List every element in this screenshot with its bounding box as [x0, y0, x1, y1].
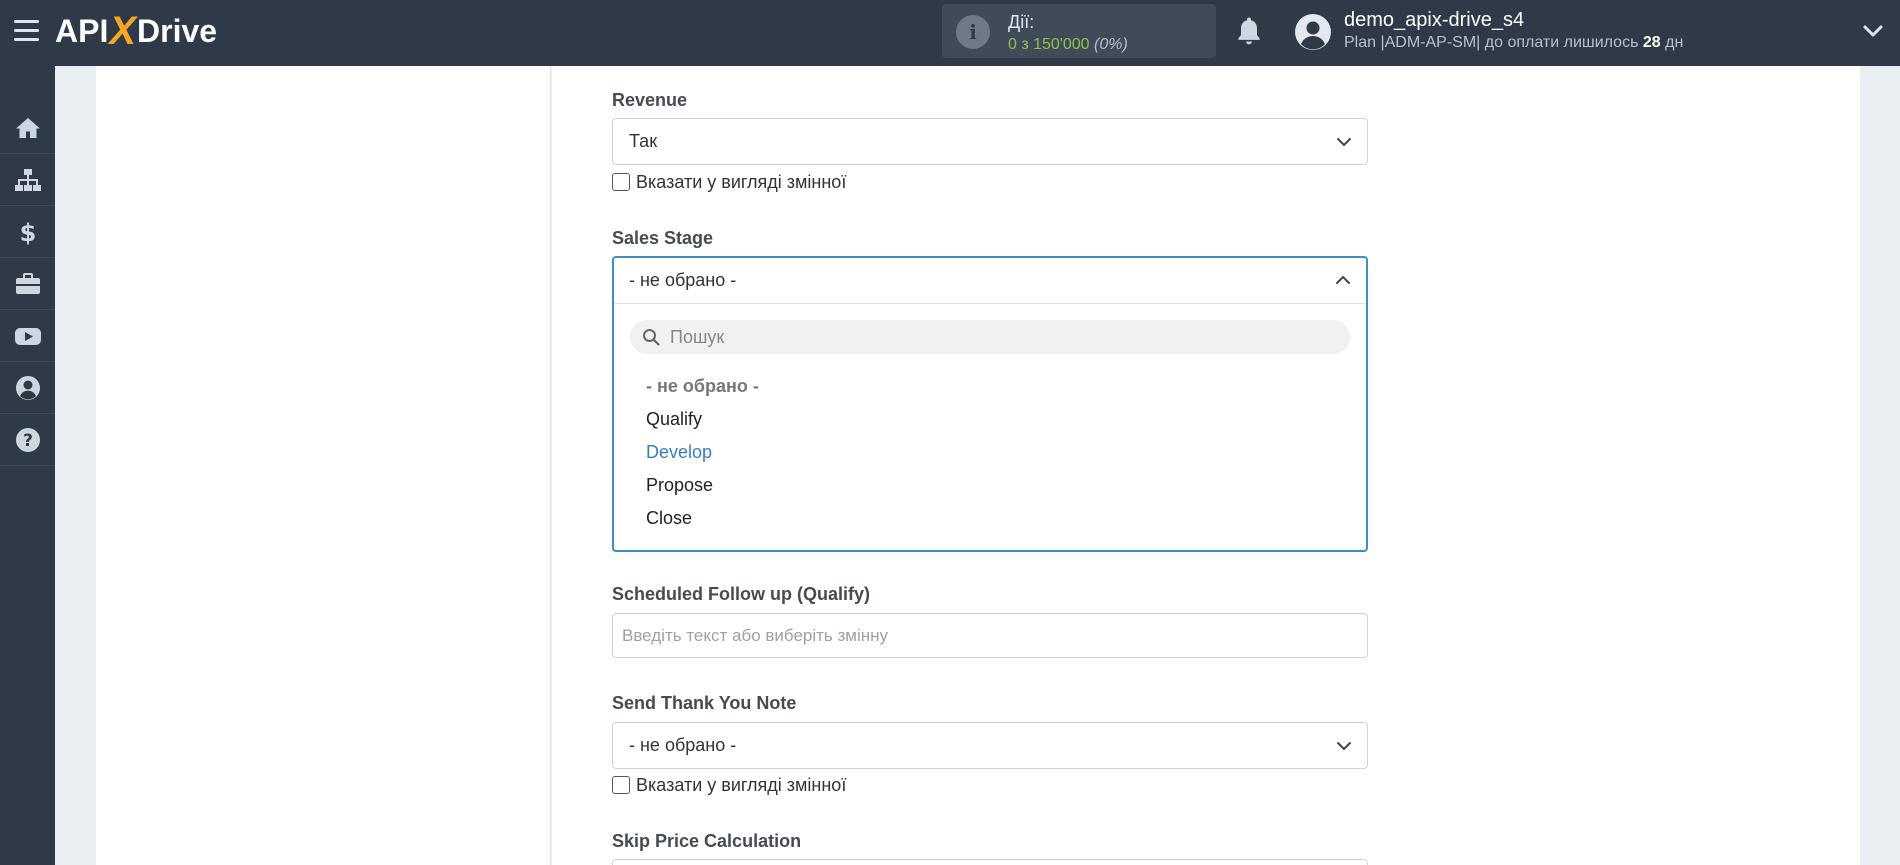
chevron-down-icon	[1337, 138, 1351, 147]
revenue-variable-option[interactable]: Вказати у вигляді змінної	[612, 171, 846, 193]
revenue-label: Revenue	[612, 90, 688, 110]
send-thank-you-label: Send Thank You Note	[612, 693, 797, 713]
logo-text-api: API	[55, 12, 109, 49]
sidebar-item-help[interactable]: ?	[0, 414, 55, 466]
logo[interactable]: API X Drive	[55, 8, 218, 53]
user-name[interactable]: demo_apix-drive_s4	[1344, 9, 1524, 32]
send-thank-you-variable-checkbox[interactable]	[612, 776, 630, 794]
actions-percent: (0%)	[1094, 36, 1128, 53]
sidebar-item-briefcase[interactable]	[0, 258, 55, 310]
revenue-variable-label: Вказати у вигляді змінної	[636, 171, 847, 192]
revenue-select[interactable]: Так	[612, 118, 1368, 165]
help-icon: ?	[15, 427, 40, 452]
logo-text-drive: Drive	[137, 12, 218, 49]
actions-value: 0 з 150'000 (0%)	[1008, 36, 1128, 54]
sidebar-item-billing[interactable]: $	[0, 206, 55, 258]
send-thank-you-variable-label: Вказати у вигляді змінної	[636, 774, 847, 795]
home-icon	[15, 117, 40, 138]
menu-icon[interactable]	[14, 20, 39, 42]
sales-stage-select-value: - не обрано -	[629, 270, 737, 290]
option-not-selected[interactable]: - не обрано -	[646, 370, 759, 403]
logo-text-x: X	[109, 8, 137, 53]
svg-text:$: $	[19, 219, 36, 246]
sales-stage-search-input[interactable]	[630, 320, 1350, 354]
sidebar-item-home[interactable]	[0, 102, 55, 154]
send-thank-you-select-value: - не обрано -	[629, 735, 737, 755]
revenue-variable-checkbox[interactable]	[612, 173, 630, 191]
send-thank-you-select[interactable]: - не обрано -	[612, 722, 1368, 769]
chevron-down-icon[interactable]	[1862, 20, 1884, 42]
avatar[interactable]	[1294, 13, 1332, 51]
sales-stage-dropdown: - не обрано - - не обрано - Qualify Deve…	[612, 256, 1368, 552]
revenue-select-value: Так	[629, 131, 658, 151]
left-panel	[96, 66, 551, 865]
scheduled-follow-up-label: Scheduled Follow up (Qualify)	[612, 584, 871, 604]
plan-text: Plan |ADM-AP-SM| до оплати лишилось	[1344, 34, 1639, 51]
skip-price-label: Skip Price Calculation	[612, 831, 802, 851]
youtube-icon	[14, 327, 41, 345]
sales-stage-label: Sales Stage	[612, 228, 714, 248]
info-icon: i	[956, 15, 990, 49]
option-propose[interactable]: Propose	[646, 469, 759, 502]
send-thank-you-variable-option[interactable]: Вказати у вигляді змінної	[612, 774, 846, 796]
top-bar: API X Drive i Дії: 0 з 150'000 (0%) demo_a…	[0, 0, 1900, 66]
sales-stage-select[interactable]: - не обрано -	[614, 258, 1366, 304]
chevron-down-icon	[1337, 742, 1351, 751]
search-icon	[643, 329, 660, 346]
sidebar-item-account[interactable]	[0, 362, 55, 414]
scheduled-follow-up-input[interactable]	[612, 613, 1368, 658]
briefcase-icon	[15, 272, 40, 294]
actions-label: Дії:	[1008, 12, 1035, 32]
skip-price-select[interactable]	[612, 859, 1368, 865]
plan-days-unit: дн	[1665, 34, 1684, 51]
sidebar: $ ?	[0, 66, 55, 865]
sidebar-item-video[interactable]	[0, 310, 55, 362]
bell-icon[interactable]	[1234, 15, 1264, 47]
plan-days: 28	[1642, 34, 1661, 51]
sitemap-icon	[14, 168, 41, 191]
sidebar-item-connections[interactable]	[0, 154, 55, 206]
dollar-icon: $	[19, 219, 36, 246]
actions-count: 0 з 150'000	[1008, 36, 1090, 53]
option-develop[interactable]: Develop	[646, 436, 759, 469]
user-plan: Plan |ADM-AP-SM| до оплати лишилось 28 д…	[1344, 34, 1683, 52]
chevron-up-icon	[1336, 275, 1350, 284]
actions-counter: i Дії: 0 з 150'000 (0%)	[942, 4, 1216, 58]
option-close[interactable]: Close	[646, 502, 759, 535]
option-qualify[interactable]: Qualify	[646, 403, 759, 436]
sales-stage-options: - не обрано - Qualify Develop Propose Cl…	[646, 370, 759, 535]
svg-text:?: ?	[23, 431, 33, 451]
user-circle-icon	[15, 375, 40, 400]
